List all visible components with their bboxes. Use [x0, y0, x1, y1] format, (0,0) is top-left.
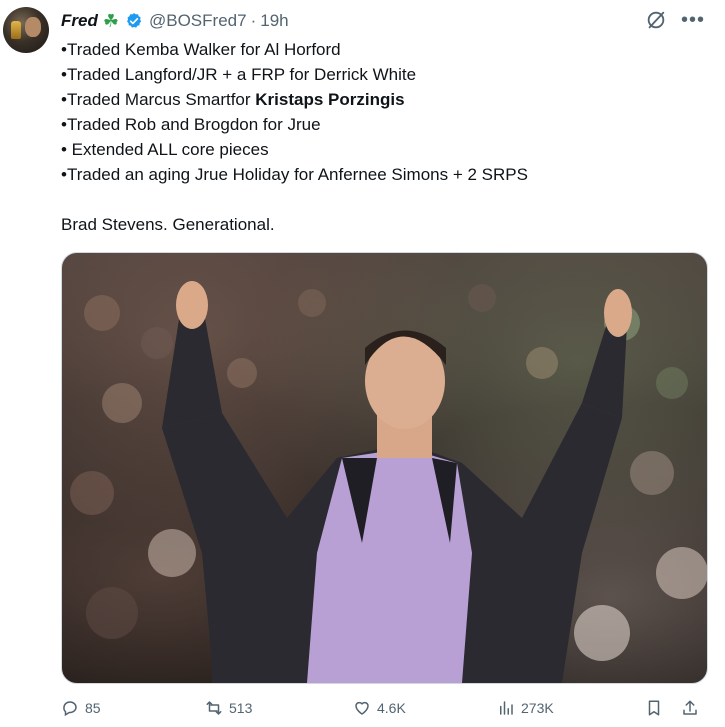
- user-handle[interactable]: @BOSFred7: [149, 11, 247, 31]
- header-icons: •••: [645, 9, 705, 31]
- like-count: 4.6K: [377, 700, 406, 716]
- tweet-text: •Traded Kemba Walker for Al Horford •Tra…: [61, 37, 681, 237]
- bookmark-icon: [648, 700, 660, 716]
- verified-badge-icon[interactable]: [125, 12, 143, 30]
- reply-icon: [63, 701, 77, 717]
- reply-button[interactable]: 85: [61, 699, 101, 717]
- bold-player-name: Kristaps Porzingis: [255, 90, 405, 109]
- avatar-trophy: [11, 21, 21, 39]
- view-count: 273K: [521, 700, 554, 716]
- views-button[interactable]: 273K: [497, 699, 554, 717]
- photo-illustration: [70, 281, 707, 683]
- like-button[interactable]: 4.6K: [353, 699, 406, 717]
- grok-icon[interactable]: [645, 9, 667, 31]
- display-name[interactable]: Fred: [61, 11, 98, 31]
- bookmark-button[interactable]: [645, 699, 663, 717]
- tweet-closing: Brad Stevens. Generational.: [61, 215, 275, 234]
- share-icon: [683, 700, 697, 715]
- share-button[interactable]: [681, 699, 699, 717]
- timestamp[interactable]: 19h: [260, 11, 288, 31]
- reply-count: 85: [85, 700, 101, 716]
- repost-icon: [206, 701, 222, 715]
- tweet-line-2: •Traded Langford/JR + a FRP for Derrick …: [61, 65, 417, 84]
- tweet-line-4: •Traded Rob and Brogdon for Jrue: [61, 115, 321, 134]
- tweet-photo[interactable]: [61, 252, 708, 684]
- clover-icon: ☘: [102, 11, 119, 31]
- more-icon[interactable]: •••: [681, 10, 705, 30]
- tweet-line-1: •Traded Kemba Walker for Al Horford: [61, 40, 341, 59]
- like-icon: [355, 701, 369, 715]
- tweet-header: Fred ☘ @BOSFred7 · 19h: [61, 9, 289, 33]
- tweet-line-6: •Traded an aging Jrue Holiday for Anfern…: [61, 165, 528, 184]
- avatar-face: [25, 17, 41, 37]
- separator-dot: ·: [250, 11, 257, 30]
- repost-count: 513: [229, 700, 253, 716]
- action-bar: 85 513 4.6K 273K: [61, 699, 706, 723]
- tweet-line-5: • Extended ALL core pieces: [61, 140, 269, 159]
- tweet-line-3-text: •Traded Marcus Smartfor: [61, 90, 256, 109]
- tweet-line-3: •Traded Marcus Smartfor Kristaps Porzing…: [61, 87, 681, 112]
- views-icon: [500, 701, 513, 715]
- avatar[interactable]: [3, 7, 49, 53]
- repost-button[interactable]: 513: [205, 699, 252, 717]
